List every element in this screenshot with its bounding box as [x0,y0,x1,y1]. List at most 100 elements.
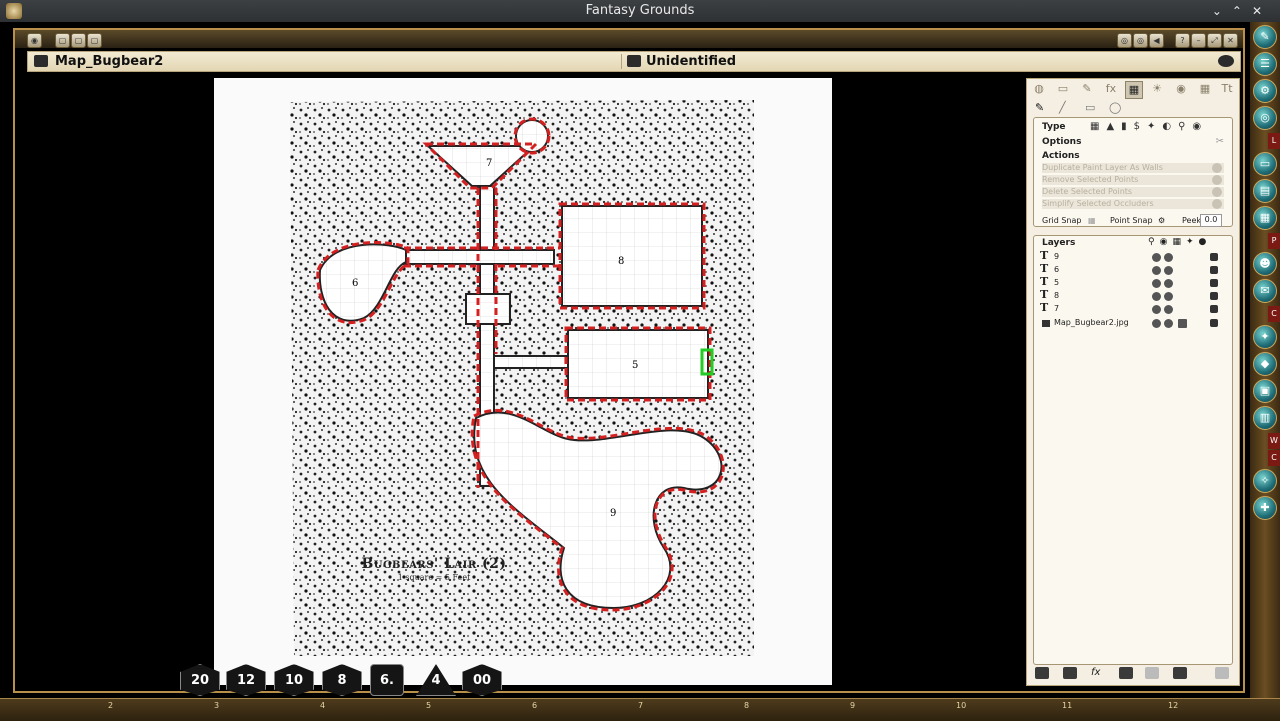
occluder-type-icons[interactable]: ▦▲▮$✦◐⚲◉ [1090,121,1208,132]
hotkey-number[interactable]: 11 [1062,701,1072,710]
side-tab[interactable]: L [1268,133,1280,149]
link-icon[interactable] [1152,319,1161,328]
d12-die[interactable]: 12 [226,664,266,696]
quest-icon[interactable]: ✚ [1253,496,1277,520]
hotkey-number[interactable]: 5 [426,701,431,710]
layer-row[interactable]: T 7 [1040,301,1230,316]
new-paint-layer-icon[interactable] [1035,667,1049,679]
delete-selected-points-button[interactable]: Delete Selected Points [1042,187,1224,197]
lighting-tool-icon[interactable]: ☀ [1149,81,1165,97]
hotkey-number[interactable]: 9 [850,701,855,710]
hotkey-number[interactable]: 3 [214,701,219,710]
layer-row[interactable]: Map_Bugbear2.jpg [1040,318,1230,330]
grid-snap-toggle-icon[interactable]: ▦ [1088,216,1096,225]
zoom-icon[interactable]: ▢ [87,33,102,48]
trash-icon[interactable] [1215,667,1229,679]
back-icon[interactable]: ◀ [1149,33,1164,48]
hotkey-number[interactable]: 10 [956,701,966,710]
lock-icon[interactable] [1210,253,1218,261]
story-icon[interactable]: ✧ [1253,469,1277,493]
lock-icon[interactable] [1210,292,1218,300]
link-icon[interactable] [1152,266,1161,275]
table-tool-icon[interactable]: ▦ [1197,81,1213,97]
spell-icon[interactable]: ✦ [1253,325,1277,349]
duplicate-paint-layer-button[interactable]: Duplicate Paint Layer As Walls [1042,163,1224,173]
chat-icon[interactable]: ✉ [1253,279,1277,303]
nonid-name-field[interactable]: Unidentified [646,53,736,70]
lock-icon[interactable]: ◉ [27,33,42,48]
table-icon[interactable]: ▥ [1253,406,1277,430]
hotkey-number[interactable]: 6 [532,701,537,710]
visibility-icon[interactable] [1164,279,1173,288]
effects-tool-icon[interactable]: fx [1103,81,1119,97]
remove-selected-points-button[interactable]: Remove Selected Points [1042,175,1224,185]
library-icon[interactable]: ◎ [1253,106,1277,130]
window-controls[interactable]: ⌄⌃✕ [1212,0,1272,22]
link-icon[interactable] [1152,253,1161,262]
lock-icon[interactable] [1210,266,1218,274]
hotkey-number[interactable]: 8 [744,701,749,710]
draw-tool-icon[interactable]: ✎ [1253,25,1277,49]
scissors-icon[interactable]: ✂ [1216,136,1224,147]
line-icon[interactable]: ╱ [1059,101,1066,114]
pencil-icon[interactable]: ✎ [1035,101,1044,114]
gear-icon[interactable]: ⚙ [1253,79,1277,103]
new-effect-layer-icon[interactable]: fx [1091,667,1105,679]
d4-die[interactable]: 4 [416,664,456,696]
toggle-panel-icon[interactable] [1218,55,1234,67]
help-icon[interactable]: ? [1175,33,1190,48]
d20-die[interactable]: 20 [180,664,220,696]
link-icon[interactable] [1152,292,1161,301]
link-icon[interactable] [1152,279,1161,288]
lock-icon[interactable] [1210,305,1218,313]
merge-layer-icon[interactable] [1173,667,1187,679]
d6-die[interactable]: 6. [370,664,404,696]
item-icon[interactable]: ◆ [1253,352,1277,376]
side-tab[interactable]: W [1268,433,1280,449]
layer-row[interactable]: T 6 [1040,262,1230,277]
grid-icon[interactable] [1178,319,1187,328]
rectangle-icon[interactable]: ▭ [1085,101,1095,114]
new-grid-layer-icon[interactable] [1063,667,1077,679]
layer-row[interactable]: T 8 [1040,288,1230,303]
map-name-field[interactable]: Map_Bugbear2 [55,53,163,70]
visibility-icon[interactable] [1164,319,1173,328]
close-icon[interactable]: ✕ [1223,33,1238,48]
simplify-selected-occluders-button[interactable]: Simplify Selected Occluders [1042,199,1224,209]
d10-die[interactable]: 10 [274,664,314,696]
hotkey-number[interactable]: 7 [638,701,643,710]
visibility-icon[interactable] [1164,253,1173,262]
occluder-tool-icon[interactable]: ▦ [1125,81,1143,99]
notes-icon[interactable]: ▤ [1253,179,1277,203]
target-icon[interactable]: ◎ [1133,33,1148,48]
link-icon[interactable] [1152,305,1161,314]
paint-tool-icon[interactable]: ✎ [1079,81,1095,97]
hotkey-number[interactable]: 4 [320,701,325,710]
treasure-icon[interactable]: ▣ [1253,379,1277,403]
hotkey-number[interactable]: 2 [108,701,113,710]
peek-input[interactable]: 0.0 [1200,214,1222,227]
visibility-icon[interactable] [1164,305,1173,314]
resize-icon[interactable]: ⤢ [1207,33,1222,48]
text-tool-icon[interactable]: Tt [1219,81,1235,97]
folder-icon[interactable]: ▭ [1253,152,1277,176]
map-image[interactable]: 7 8 6 5 9 Bugbears' Lair (2) 1 square = … [214,78,832,685]
people-icon[interactable]: ☻ [1253,252,1277,276]
grid-tool-icon[interactable]: ▭ [1055,81,1071,97]
new-folder-icon[interactable] [1119,667,1133,679]
point-snap-toggle-icon[interactable]: ⚙ [1158,216,1165,225]
duplicate-layer-icon[interactable] [1145,667,1159,679]
lock-icon[interactable] [1210,279,1218,287]
visibility-icon[interactable] [1164,292,1173,301]
lock-icon[interactable] [1210,319,1218,327]
layer-row[interactable]: T 5 [1040,275,1230,290]
share-icon[interactable]: ▢ [55,33,70,48]
layer-row[interactable]: T 9 [1040,249,1230,264]
minimize-icon[interactable]: – [1191,33,1206,48]
copy-icon[interactable]: ▢ [71,33,86,48]
side-tab[interactable]: C [1268,306,1280,322]
side-tab[interactable]: C [1268,450,1280,466]
visibility-icon[interactable] [1164,266,1173,275]
globe-icon[interactable]: ◍ [1031,81,1047,97]
hotkey-number[interactable]: 12 [1168,701,1178,710]
